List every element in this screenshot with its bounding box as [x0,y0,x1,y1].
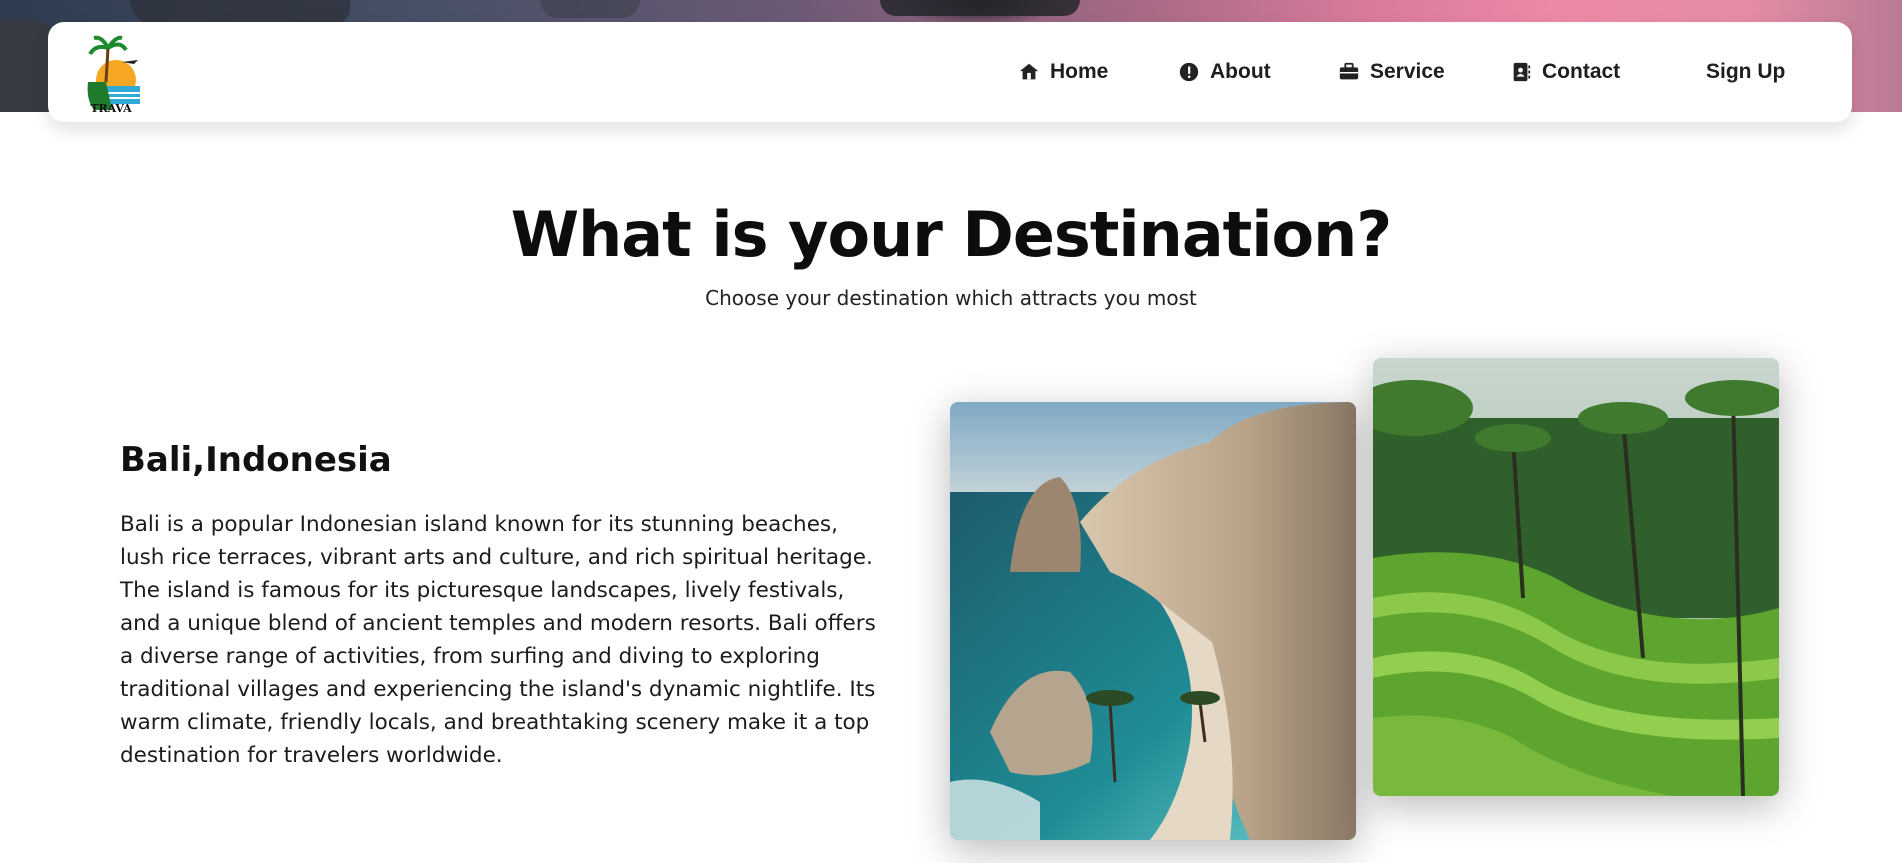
nav-contact-label: Contact [1542,60,1621,83]
briefcase-icon [1339,62,1359,80]
destination-description: Bali is a popular Indonesian island know… [120,512,876,768]
page-title: What is your Destination? [510,198,1393,271]
destination-name: Bali,Indonesia [120,440,392,480]
nav-home[interactable]: Home [1018,58,1108,86]
nav-service[interactable]: Service [1338,58,1445,86]
nav-home-label: Home [1050,60,1109,83]
rice-terrace-photo [1373,358,1779,796]
page-subtitle: Choose your destination which attracts y… [705,286,1197,310]
brand-logo-text: TRAVA [90,102,132,114]
home-icon [1019,63,1039,80]
coastal-cliff-beach-photo [950,402,1356,840]
signup-button[interactable]: Sign Up [1706,58,1785,86]
nav-contact[interactable]: Contact [1510,58,1620,86]
nav-about[interactable]: About [1178,58,1271,86]
nav-service-label: Service [1370,60,1445,83]
contact-book-icon [1513,62,1531,82]
signup-label: Sign Up [1706,60,1786,83]
nav-about-label: About [1210,60,1271,83]
info-icon [1179,62,1199,82]
brand-logo[interactable]: TRAVA [82,30,140,115]
navbar: TRAVA Home About Service Contact Sign Up [48,22,1852,122]
